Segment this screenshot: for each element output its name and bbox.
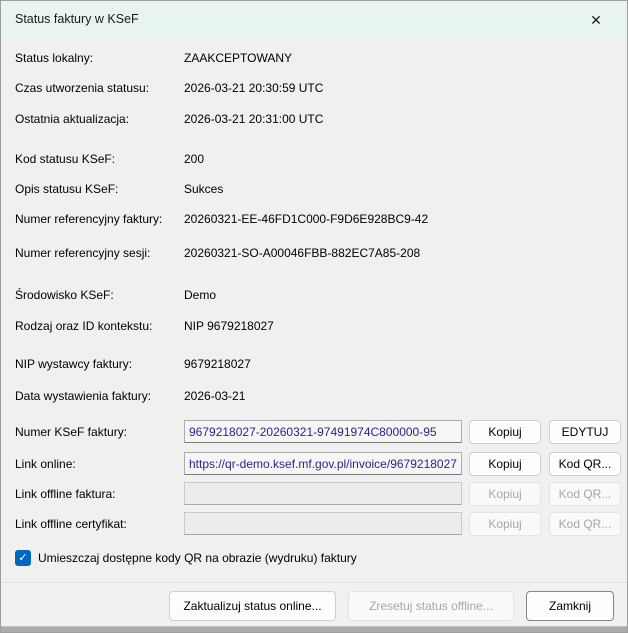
row-link-online: Link online: Kopiuj Kod QR...: [1, 452, 627, 478]
copy-offline-invoice-link-button: Kopiuj: [469, 482, 541, 506]
row-srodowisko: Środowisko KSeF: Demo: [1, 288, 627, 304]
reset-status-offline-button: Zresetuj status offline...: [348, 591, 514, 621]
row-link-offline-faktura: Link offline faktura: Kopiuj Kod QR...: [1, 482, 627, 508]
info-value: 2026-03-21 20:31:00 UTC: [184, 112, 323, 126]
row-link-offline-certyfikat: Link offline certyfikat: Kopiuj Kod QR..…: [1, 512, 627, 538]
row-opis-statusu: Opis statusu KSeF: Sukces: [1, 182, 627, 198]
info-value: 9679218027: [184, 357, 251, 371]
close-dialog-button[interactable]: Zamknij: [526, 591, 614, 621]
info-value: Sukces: [184, 182, 223, 196]
edit-ksef-number-button[interactable]: EDYTUJ: [549, 420, 621, 444]
online-link-field[interactable]: [184, 452, 462, 475]
row-ostatnia-aktualizacja: Ostatnia aktualizacja: 2026-03-21 20:31:…: [1, 112, 627, 128]
info-value: NIP 9679218027: [184, 319, 274, 333]
offline-certificate-link-field: [184, 512, 462, 535]
info-label: Status lokalny:: [15, 51, 93, 65]
row-nip-wystawcy: NIP wystawcy faktury: 9679218027: [1, 357, 627, 373]
info-value: 20260321-EE-46FD1C000-F9D6E928BC9-42: [184, 212, 428, 226]
copy-ksef-number-button[interactable]: Kopiuj: [469, 420, 541, 444]
qr-code-offline-invoice-button: Kod QR...: [549, 482, 621, 506]
info-label: Opis statusu KSeF:: [15, 182, 118, 196]
row-data-wystawienia: Data wystawienia faktury: 2026-03-21: [1, 389, 627, 405]
info-value: 200: [184, 152, 204, 166]
row-numer-ksef-faktury: Numer KSeF faktury: Kopiuj EDYTUJ: [1, 420, 627, 446]
copy-offline-certificate-link-button: Kopiuj: [469, 512, 541, 536]
ksef-invoice-status-dialog: Status faktury w KSeF ✕ Status lokalny: …: [0, 0, 628, 633]
window-title: Status faktury w KSeF: [15, 12, 139, 26]
info-value: 20260321-SO-A00046FBB-882EC7A85-208: [184, 246, 420, 260]
qr-code-offline-certificate-button: Kod QR...: [549, 512, 621, 536]
row-status-lokalny: Status lokalny: ZAAKCEPTOWANY: [1, 51, 627, 67]
row-czas-utworzenia: Czas utworzenia statusu: 2026-03-21 20:3…: [1, 81, 627, 97]
info-label: Numer KSeF faktury:: [15, 425, 127, 439]
row-numer-ref-sesji: Numer referencyjny sesji: 20260321-SO-A0…: [1, 246, 627, 262]
qr-code-online-button[interactable]: Kod QR...: [549, 452, 621, 476]
offline-invoice-link-field: [184, 482, 462, 505]
ksef-number-field[interactable]: [184, 420, 462, 443]
title-bar: Status faktury w KSeF ✕: [1, 1, 627, 39]
row-numer-ref-faktury: Numer referencyjny faktury: 20260321-EE-…: [1, 212, 627, 228]
info-label: Link offline certyfikat:: [15, 517, 127, 531]
info-label: Środowisko KSeF:: [15, 288, 114, 302]
qr-on-printout-checkbox[interactable]: ✓: [15, 550, 31, 566]
info-label: Kod statusu KSeF:: [15, 152, 115, 166]
info-label: Data wystawienia faktury:: [15, 389, 151, 403]
row-kod-statusu: Kod statusu KSeF: 200: [1, 152, 627, 168]
update-status-online-button[interactable]: Zaktualizuj status online...: [169, 591, 336, 621]
close-button[interactable]: ✕: [579, 1, 613, 39]
info-label: Link online:: [15, 457, 76, 471]
copy-online-link-button[interactable]: Kopiuj: [469, 452, 541, 476]
info-value: ZAAKCEPTOWANY: [184, 51, 292, 65]
info-value: Demo: [184, 288, 216, 302]
info-label: Link offline faktura:: [15, 487, 116, 501]
info-label: NIP wystawcy faktury:: [15, 357, 132, 371]
info-label: Numer referencyjny sesji:: [15, 246, 150, 260]
qr-on-printout-label: Umieszczaj dostępne kody QR na obrazie (…: [38, 551, 357, 565]
info-label: Numer referencyjny faktury:: [15, 212, 162, 226]
info-value: 2026-03-21 20:30:59 UTC: [184, 81, 323, 95]
close-icon: ✕: [590, 12, 602, 29]
info-value: 2026-03-21: [184, 389, 245, 403]
window-bottom-border: [1, 626, 627, 632]
info-label: Ostatnia aktualizacja:: [15, 112, 129, 126]
dialog-footer: Zaktualizuj status online... Zresetuj st…: [1, 582, 627, 628]
info-label: Czas utworzenia statusu:: [15, 81, 149, 95]
qr-on-printout-option: ✓ Umieszczaj dostępne kody QR na obrazie…: [1, 550, 627, 570]
info-label: Rodzaj oraz ID kontekstu:: [15, 319, 152, 333]
checkmark-icon: ✓: [18, 552, 27, 564]
row-rodzaj-id-kontekstu: Rodzaj oraz ID kontekstu: NIP 9679218027: [1, 319, 627, 335]
